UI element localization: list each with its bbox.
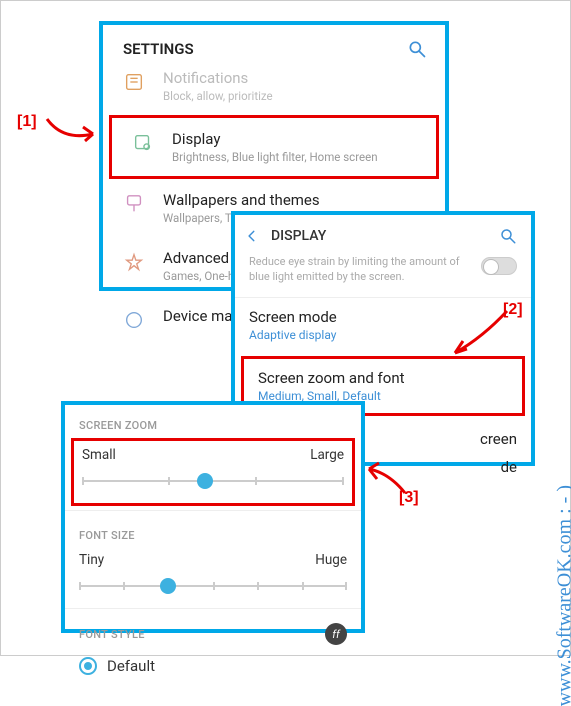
radio-icon xyxy=(79,657,97,675)
row-title: Notifications xyxy=(163,69,427,87)
font-style-label: Default xyxy=(107,657,155,675)
back-icon[interactable] xyxy=(245,229,259,243)
row-sub: Block, allow, prioritize xyxy=(163,89,427,103)
arrow-1-icon xyxy=(43,109,103,149)
bluelight-row: Reduce eye strain by limiting the amount… xyxy=(235,251,531,298)
annotation-1: [1] xyxy=(17,113,37,131)
search-icon[interactable] xyxy=(407,39,427,59)
font-size-slider[interactable] xyxy=(79,578,347,594)
wallpapers-icon xyxy=(121,191,147,217)
section-header-font-size: FONT SIZE xyxy=(65,515,361,548)
item-title: Screen zoom and font xyxy=(258,369,508,387)
font-flip-badge[interactable]: ff xyxy=(325,623,347,645)
settings-header: SETTINGS xyxy=(103,25,445,69)
annotation-2: [2] xyxy=(503,301,523,319)
settings-title: SETTINGS xyxy=(123,40,194,58)
fontsize-min-label: Tiny xyxy=(79,552,104,568)
advanced-features-icon xyxy=(121,249,147,275)
display-icon xyxy=(130,130,156,156)
bluelight-desc: Reduce eye strain by limiting the amount… xyxy=(249,255,471,285)
device-maintenance-icon xyxy=(121,307,147,333)
row-title: Display xyxy=(172,130,418,148)
row-title: Wallpapers and themes xyxy=(163,191,427,209)
display-title: DISPLAY xyxy=(271,228,487,244)
display-header: DISPLAY xyxy=(235,215,531,251)
fontsize-max-label: Huge xyxy=(315,552,347,568)
settings-item-display[interactable]: Display Brightness, Blue light filter, H… xyxy=(109,115,439,179)
watermark: www.SoftwareOK.com : - ) xyxy=(553,485,571,706)
notifications-icon xyxy=(121,69,147,95)
section-header-zoom: SCREEN ZOOM xyxy=(65,405,361,438)
zoom-font-panel: SCREEN ZOOM Small Large FONT SIZE Tiny H… xyxy=(61,401,365,633)
row-sub: Brightness, Blue light filter, Home scre… xyxy=(172,150,418,164)
bluelight-toggle[interactable] xyxy=(481,257,517,275)
screen-zoom-slider-group: Small Large xyxy=(71,438,355,506)
zoom-max-label: Large xyxy=(310,447,344,463)
screen-zoom-slider[interactable] xyxy=(82,473,344,489)
annotation-3: [3] xyxy=(399,489,419,507)
font-style-default[interactable]: Default xyxy=(65,651,361,679)
settings-item-notifications[interactable]: Notifications Block, allow, prioritize xyxy=(103,69,445,115)
zoom-min-label: Small xyxy=(82,447,116,463)
search-icon[interactable] xyxy=(499,227,517,245)
section-header-font-style: FONT STYLE xyxy=(79,628,145,641)
